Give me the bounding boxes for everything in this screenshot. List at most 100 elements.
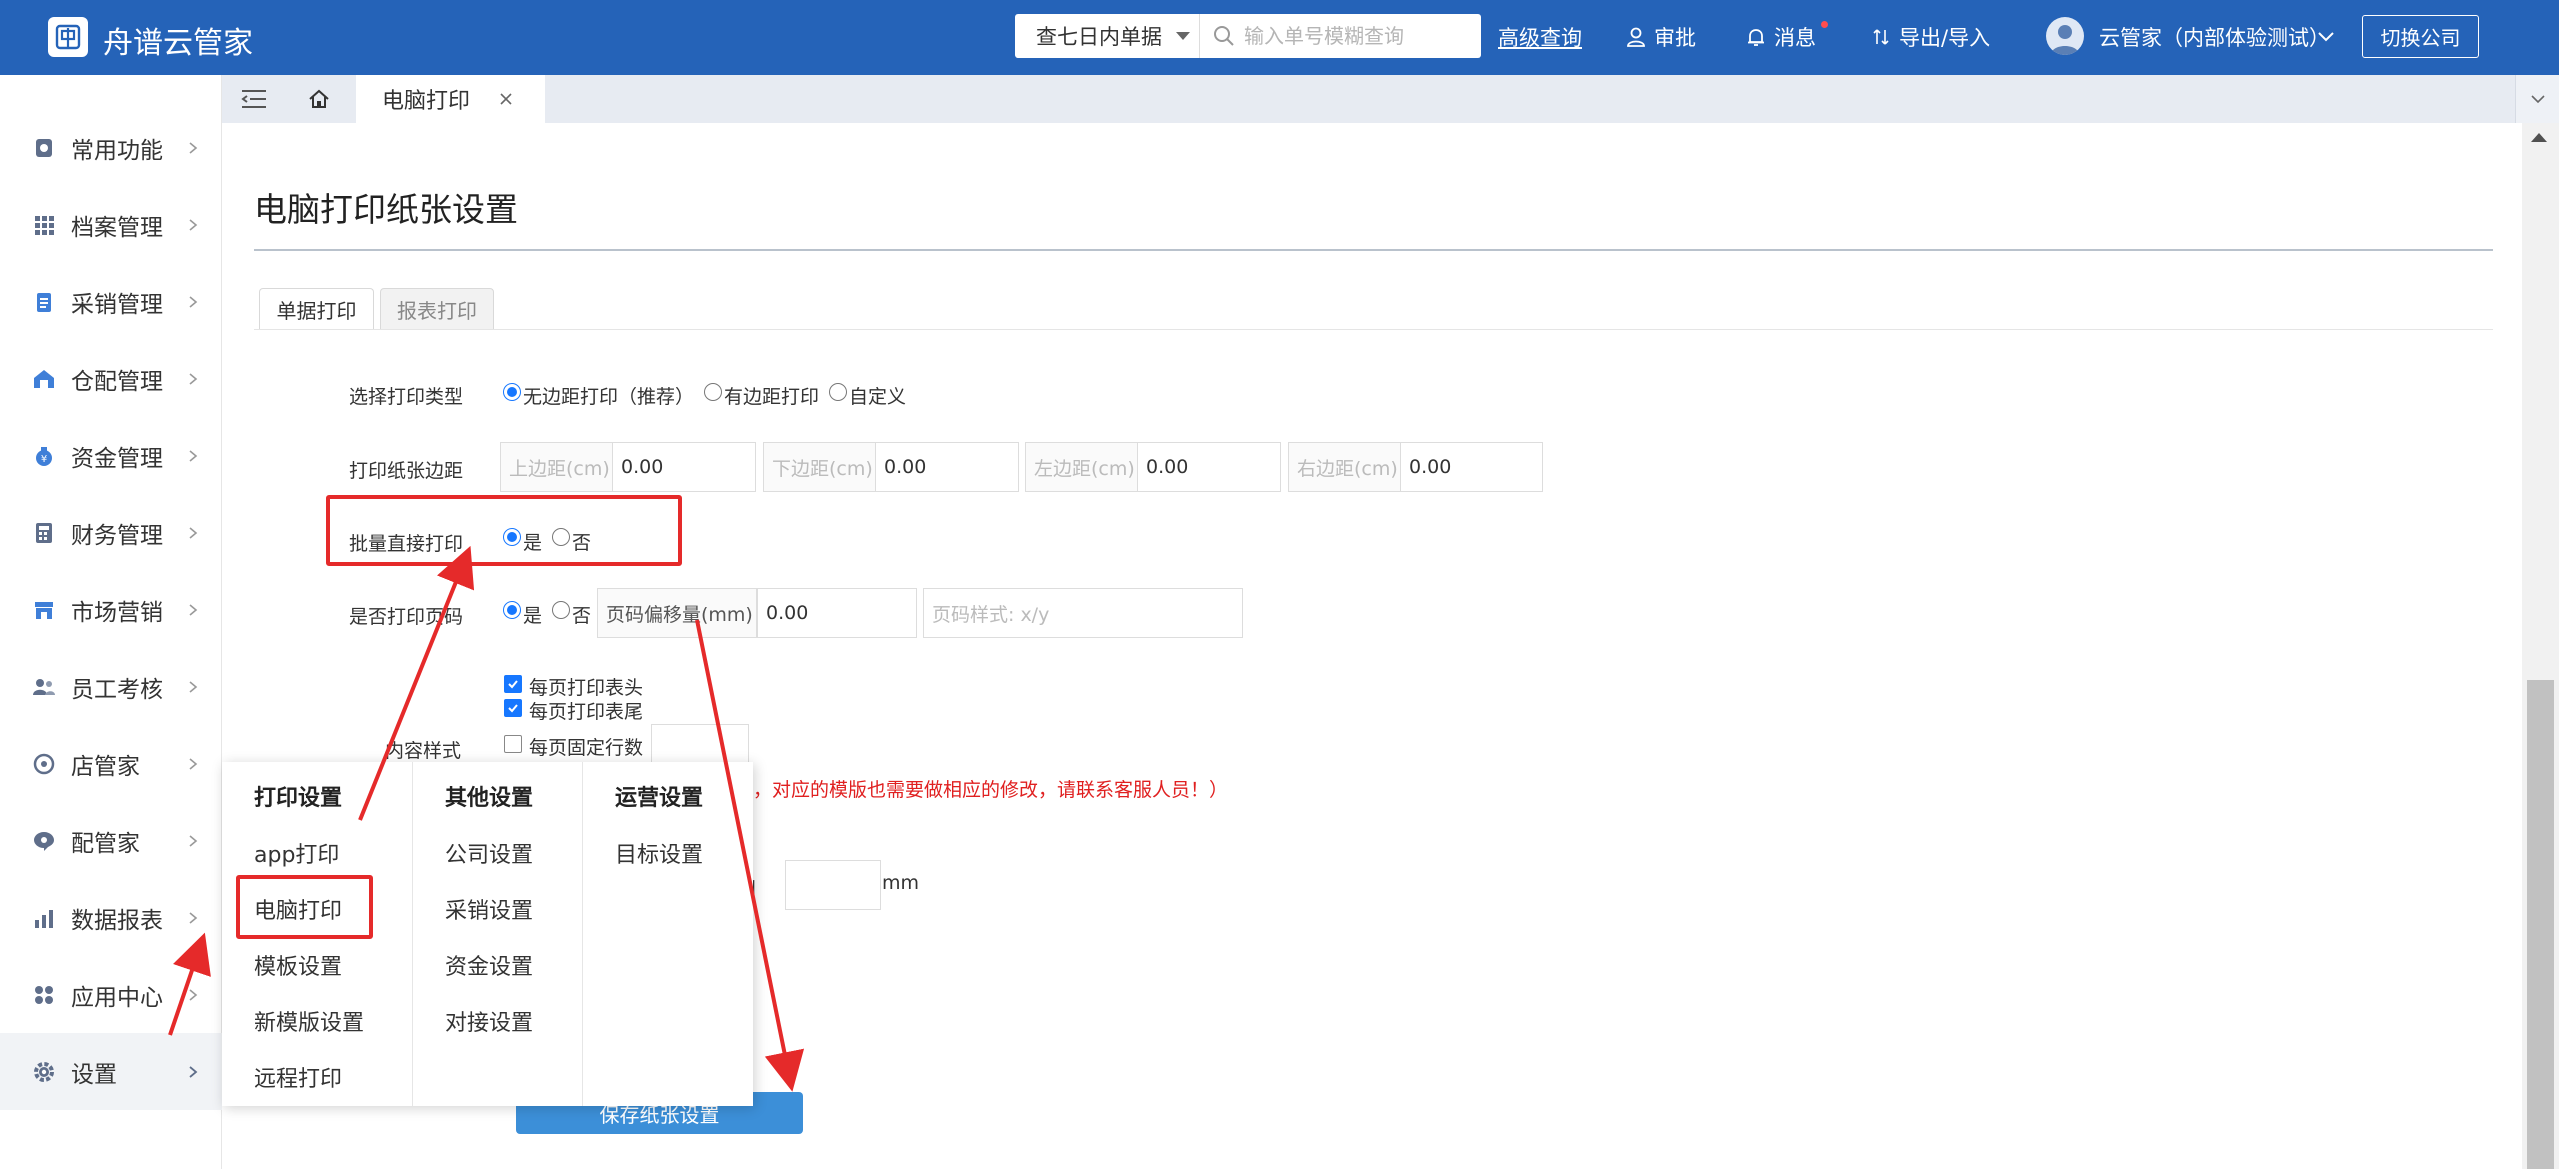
radio-pagenum-yes[interactable]: [503, 601, 521, 619]
shop-manager-icon: [33, 753, 55, 774]
sidebar-item-archive[interactable]: 档案管理: [0, 186, 222, 263]
checkbox-fixed-rows-label: 每页固定行数: [529, 737, 644, 759]
avatar[interactable]: [2046, 17, 2084, 55]
sidebar-item-label: 仓配管理: [71, 368, 163, 395]
content-style-label: 内容样式: [385, 740, 462, 762]
sidebar: 常用功能 档案管理 采销管理 仓配管理 ¥ 资金管理 财务管理 市场营销 员工考…: [0, 75, 222, 1169]
margin-left-input[interactable]: 0.00: [1137, 442, 1281, 492]
sidebar-item-label: 数据报表: [71, 907, 163, 934]
sidebar-item-label: 员工考核: [71, 676, 163, 703]
user-avatar-icon: [2051, 25, 2079, 55]
checkbox-header-each-page[interactable]: [504, 675, 522, 693]
chevron-right-icon: [189, 526, 198, 539]
menu-item-app-print[interactable]: app打印: [254, 837, 339, 869]
export-import-label: 导出/导入: [1899, 26, 1991, 50]
messages-label: 消息: [1774, 26, 1816, 50]
checkbox-footer-each-page[interactable]: [504, 699, 522, 717]
menu-item-remote-print[interactable]: 远程打印: [254, 1061, 342, 1093]
chevron-right-icon: [189, 295, 198, 308]
sidebar-item-label: 应用中心: [71, 984, 163, 1011]
scrollbar-thumb[interactable]: [2527, 680, 2554, 1169]
search-bar: 查七日内单据: [1015, 14, 1481, 58]
sidebar-item-settings[interactable]: 设置: [0, 1033, 222, 1110]
margin-top-label: 上边距(cm): [500, 442, 613, 492]
export-import-link[interactable]: 导出/导入: [1870, 22, 1990, 52]
sidebar-item-shop-manager[interactable]: 店管家: [0, 725, 222, 802]
sidebar-item-marketing[interactable]: 市场营销: [0, 571, 222, 648]
menu-column-operations: 运营设置 目标设置: [583, 762, 753, 1106]
menu-item-template-settings[interactable]: 模板设置: [254, 949, 342, 981]
radio-custom[interactable]: [829, 383, 847, 401]
page-offset-label: 页码偏移量(mm): [597, 588, 757, 638]
sidebar-item-common[interactable]: 常用功能: [0, 109, 222, 186]
tab-list-dropdown[interactable]: [2515, 75, 2559, 123]
check-icon: [508, 680, 518, 689]
checkbox-footer-label: 每页打印表尾: [529, 701, 644, 723]
home-icon[interactable]: [308, 88, 330, 110]
sidebar-item-reports[interactable]: 数据报表: [0, 879, 222, 956]
menu-item-new-template[interactable]: 新模版设置: [254, 1005, 364, 1037]
switch-company-button[interactable]: 切换公司: [2362, 15, 2479, 58]
approve-link[interactable]: 审批: [1625, 22, 1696, 52]
tab-single-print[interactable]: 单据打印: [259, 288, 374, 330]
menu-item-purchase-settings[interactable]: 采销设置: [445, 893, 533, 925]
tab-report-print[interactable]: 报表打印: [380, 288, 494, 330]
blank-input[interactable]: [785, 860, 881, 910]
sidebar-item-staff[interactable]: 员工考核: [0, 648, 222, 725]
advanced-search-link[interactable]: 高级查询: [1498, 22, 1582, 52]
menu-collapse-icon[interactable]: [240, 87, 268, 111]
tab-pc-print[interactable]: 电脑打印: [356, 75, 545, 123]
tab-label: 电脑打印: [382, 89, 471, 114]
app-logo[interactable]: [48, 17, 88, 57]
sidebar-item-finance[interactable]: 财务管理: [0, 494, 222, 571]
margin-top-input[interactable]: 0.00: [612, 442, 756, 492]
menu-item-fund-settings[interactable]: 资金设置: [445, 949, 533, 981]
sidebar-item-label: 市场营销: [71, 599, 163, 626]
warehouse-icon: [34, 369, 54, 388]
radio-borderless[interactable]: [503, 383, 521, 401]
menu-item-company-settings[interactable]: 公司设置: [445, 837, 533, 869]
logo-icon: [55, 24, 81, 50]
sidebar-item-label: 配管家: [71, 830, 140, 857]
clipboard-icon: [37, 292, 51, 312]
sidebar-item-app-center[interactable]: 应用中心: [0, 956, 222, 1033]
chevron-right-icon: [189, 988, 198, 1001]
sidebar-item-warehouse[interactable]: 仓配管理: [0, 340, 222, 417]
sidebar-item-label: 资金管理: [71, 445, 163, 472]
scroll-up-icon[interactable]: [2531, 133, 2547, 142]
bell-icon: [1748, 29, 1764, 46]
margin-bottom-label: 下边距(cm): [763, 442, 876, 492]
sidebar-item-purchase-sales[interactable]: 采销管理: [0, 263, 222, 340]
messages-link[interactable]: 消息: [1745, 21, 1828, 52]
margin-bottom-input[interactable]: 0.00: [875, 442, 1019, 492]
radio-borderless-label: 无边距打印（推荐）: [523, 386, 695, 408]
margin-right-input[interactable]: 0.00: [1400, 442, 1543, 492]
sidebar-item-label: 采销管理: [71, 291, 163, 318]
chevron-right-icon: [189, 757, 198, 770]
radio-with-margin[interactable]: [704, 383, 722, 401]
divider: [254, 329, 2493, 330]
user-approve-icon: [1627, 27, 1645, 47]
sort-arrows-icon: [1873, 29, 1889, 45]
radio-pagenum-yes-label: 是: [523, 605, 543, 627]
user-name[interactable]: 云管家（内部体验测试）: [2099, 22, 2330, 52]
chevron-right-icon: [189, 449, 198, 462]
sidebar-item-distribution[interactable]: 配管家: [0, 802, 222, 879]
fixed-rows-input[interactable]: [651, 724, 749, 764]
radio-pagenum-no[interactable]: [552, 601, 570, 619]
margin-right-label: 右边距(cm): [1288, 442, 1401, 492]
close-icon[interactable]: [498, 91, 514, 107]
search-scope-select[interactable]: 查七日内单据: [1015, 14, 1200, 58]
checkbox-fixed-rows[interactable]: [504, 735, 522, 753]
page-style-input[interactable]: 页码样式: x/y: [923, 588, 1243, 638]
search-icon[interactable]: [1212, 24, 1236, 48]
menu-item-integration-settings[interactable]: 对接设置: [445, 1005, 533, 1037]
search-input[interactable]: [1244, 24, 1464, 48]
common-functions-icon: [36, 138, 52, 157]
menu-item-target-settings[interactable]: 目标设置: [615, 837, 703, 869]
chevron-right-icon: [189, 911, 198, 924]
chevron-down-icon[interactable]: [2316, 26, 2336, 46]
sidebar-item-funds[interactable]: ¥ 资金管理: [0, 417, 222, 494]
page-offset-input[interactable]: 0.00: [757, 588, 917, 638]
tab-strip: 电脑打印: [222, 75, 2559, 123]
